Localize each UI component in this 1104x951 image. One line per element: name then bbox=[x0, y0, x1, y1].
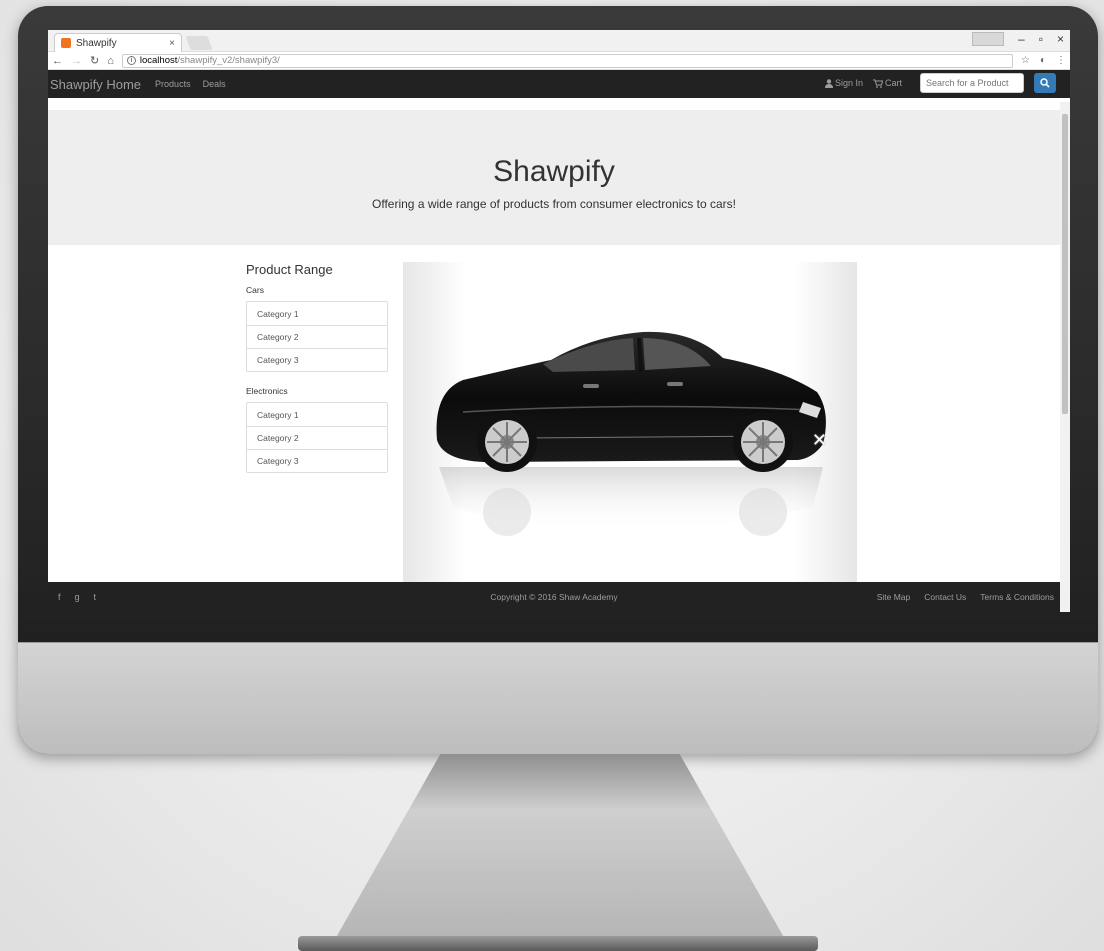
group-heading-cars: Cars bbox=[246, 285, 264, 295]
list-item[interactable]: Category 1 bbox=[247, 403, 387, 426]
new-tab-button[interactable] bbox=[185, 36, 213, 50]
extension-icon[interactable]: ◐ bbox=[1040, 55, 1046, 66]
sidebar-heading: Product Range bbox=[246, 262, 333, 277]
sign-in-label: Sign In bbox=[834, 78, 863, 88]
page-scrollbar[interactable] bbox=[1060, 102, 1070, 612]
brand-link[interactable]: Shawpify Home bbox=[50, 77, 141, 92]
info-icon[interactable]: i bbox=[126, 56, 136, 65]
monitor-stand-base bbox=[298, 936, 818, 951]
reload-icon[interactable]: ↻ bbox=[90, 54, 99, 67]
search-button[interactable] bbox=[1034, 73, 1056, 93]
window-close-icon[interactable]: × bbox=[1057, 32, 1064, 46]
search-input[interactable] bbox=[920, 73, 1024, 93]
scrollbar-thumb[interactable] bbox=[1062, 114, 1068, 414]
footer-link-site-map[interactable]: Site Map bbox=[877, 592, 911, 602]
page-subtitle: Offering a wide range of products from c… bbox=[372, 197, 736, 211]
nav-deals[interactable]: Deals bbox=[203, 79, 226, 89]
address-bar-row: ← → ↻ ⌂ i localhost/shawpify_v2/shawpify… bbox=[48, 52, 1070, 70]
list-item[interactable]: Category 1 bbox=[247, 302, 387, 325]
restore-icon[interactable]: ▫ bbox=[1039, 32, 1043, 46]
footer-links: Site Map Contact Us Terms & Conditions bbox=[877, 592, 1054, 602]
tab-close-icon[interactable]: × bbox=[169, 38, 175, 49]
search-icon bbox=[1040, 78, 1050, 88]
page-title: Shawpify bbox=[493, 155, 615, 188]
cart-link[interactable]: Cart bbox=[872, 78, 902, 88]
favicon-icon bbox=[61, 38, 71, 48]
nav-products[interactable]: Products bbox=[155, 79, 191, 89]
product-carousel: ✕ bbox=[403, 262, 857, 582]
home-icon[interactable]: ⌂ bbox=[107, 55, 114, 67]
list-item[interactable]: Category 2 bbox=[247, 426, 387, 449]
url-host: localhost bbox=[139, 55, 178, 66]
menu-icon[interactable]: ⋮ bbox=[1056, 55, 1066, 66]
site-navbar: Shawpify Home Products Deals Sign In Car… bbox=[48, 70, 1070, 98]
group-heading-electronics: Electronics bbox=[246, 386, 288, 396]
browser-window: Shawpify × – ▫ × ← → ↻ ⌂ i localhost/sha… bbox=[48, 30, 1070, 612]
site-footer: f g t Copyright © 2016 Shaw Academy Site… bbox=[48, 582, 1060, 612]
cart-label: Cart bbox=[884, 78, 902, 88]
tab-bar: Shawpify × – ▫ × bbox=[48, 30, 1070, 52]
product-range-sidebar: Product Range Cars Category 1 Category 2… bbox=[246, 262, 388, 487]
footer-link-contact-us[interactable]: Contact Us bbox=[924, 592, 966, 602]
footer-link-terms[interactable]: Terms & Conditions bbox=[980, 592, 1054, 602]
list-item[interactable]: Category 2 bbox=[247, 325, 387, 348]
user-icon bbox=[824, 78, 833, 88]
carousel-close-icon[interactable]: ✕ bbox=[812, 430, 827, 451]
window-controls: – ▫ × bbox=[972, 32, 1064, 46]
url-field[interactable]: i localhost/shawpify_v2/shawpify3/ bbox=[121, 53, 1013, 68]
monitor-stand bbox=[334, 754, 786, 940]
sign-in-link[interactable]: Sign In bbox=[824, 78, 863, 88]
minimize-icon[interactable]: – bbox=[1018, 32, 1025, 46]
star-icon[interactable]: ☆ bbox=[1021, 55, 1030, 66]
browser-tab[interactable]: Shawpify × bbox=[54, 33, 182, 52]
cars-category-list: Category 1 Category 2 Category 3 bbox=[246, 301, 388, 372]
monitor-chin bbox=[18, 642, 1098, 754]
list-item[interactable]: Category 3 bbox=[247, 348, 387, 371]
tab-title: Shawpify bbox=[76, 37, 117, 49]
car-image bbox=[436, 331, 826, 536]
url-path: /shawpify_v2/shawpify3/ bbox=[177, 55, 280, 66]
cart-icon bbox=[872, 79, 883, 88]
forward-icon[interactable]: → bbox=[71, 55, 82, 67]
profile-chip[interactable] bbox=[972, 32, 1005, 46]
list-item[interactable]: Category 3 bbox=[247, 449, 387, 472]
back-icon[interactable]: ← bbox=[52, 55, 63, 67]
jumbotron: Shawpify Offering a wide range of produc… bbox=[48, 110, 1060, 245]
electronics-category-list: Category 1 Category 2 Category 3 bbox=[246, 402, 388, 473]
